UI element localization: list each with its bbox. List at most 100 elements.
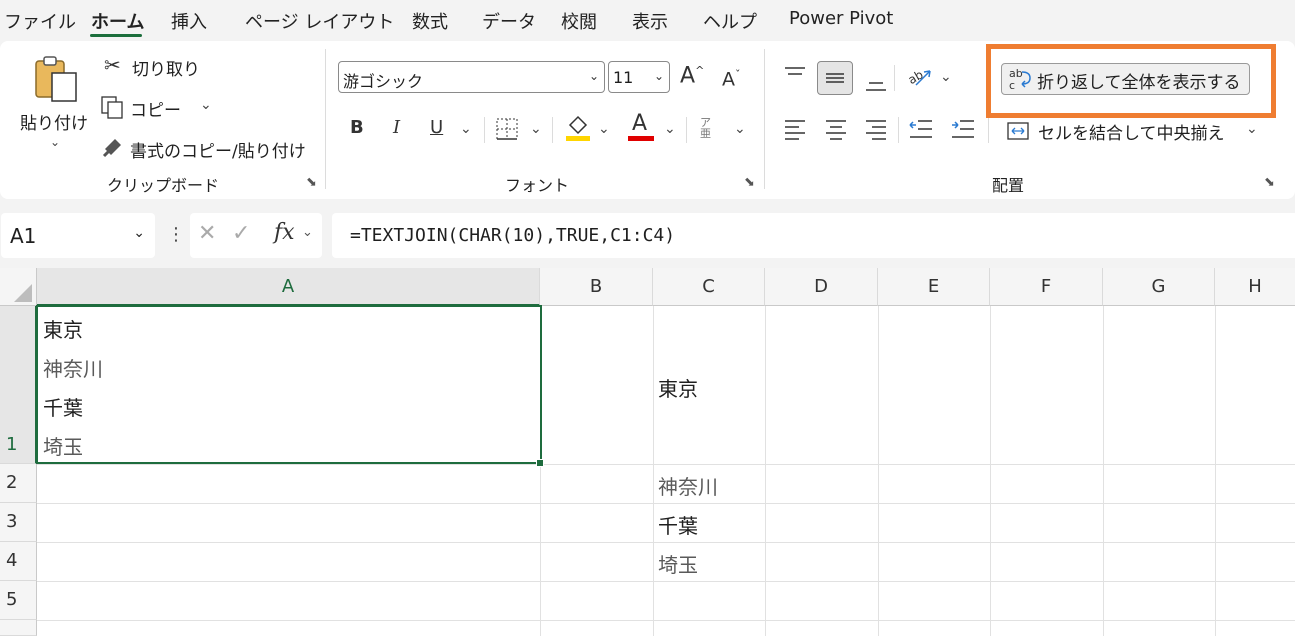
alignment-launcher-icon[interactable]: ⬊ bbox=[1264, 175, 1275, 190]
name-box[interactable]: A1 ⌄ bbox=[1, 213, 155, 258]
paste-label: 貼り付け bbox=[20, 114, 88, 134]
divider bbox=[988, 117, 989, 143]
menu-page-layout[interactable]: ページ レイアウト bbox=[245, 8, 394, 34]
row-header-3[interactable]: 3 bbox=[0, 503, 37, 542]
divider bbox=[552, 117, 553, 143]
increase-indent-icon[interactable] bbox=[950, 117, 976, 141]
row-header-2[interactable]: 2 bbox=[0, 464, 37, 503]
chevron-down-icon: ⌄ bbox=[588, 69, 599, 83]
paste-dropdown-icon[interactable]: ⌄ bbox=[50, 135, 60, 149]
svg-text:ab: ab bbox=[906, 67, 926, 87]
border-dropdown-icon[interactable]: ⌄ bbox=[530, 121, 542, 137]
fill-color-icon[interactable] bbox=[564, 113, 592, 141]
cell-c1[interactable]: 東京 bbox=[658, 373, 698, 402]
chevron-down-icon[interactable]: ⌄ bbox=[133, 225, 145, 241]
orientation-icon[interactable]: ab bbox=[906, 63, 934, 91]
font-name-select[interactable]: 游ゴシック ⌄ bbox=[338, 61, 605, 93]
align-right-icon[interactable] bbox=[864, 117, 888, 141]
col-header-F[interactable]: F bbox=[990, 268, 1103, 306]
underline-button[interactable]: U bbox=[430, 119, 443, 137]
col-header-C[interactable]: C bbox=[653, 268, 765, 306]
insert-function-button[interactable]: fx bbox=[274, 220, 295, 245]
select-all-button[interactable] bbox=[0, 268, 37, 306]
font-size-value: 11 bbox=[613, 68, 634, 87]
paste-button[interactable]: 貼り付け ⌄ bbox=[18, 51, 88, 151]
menu-insert[interactable]: 挿入 bbox=[171, 8, 207, 34]
paste-icon bbox=[35, 56, 77, 102]
font-size-select[interactable]: 11 ⌄ bbox=[608, 61, 670, 93]
clipboard-launcher-icon[interactable]: ⬊ bbox=[306, 175, 317, 190]
font-color-dropdown-icon[interactable]: ⌄ bbox=[664, 121, 676, 137]
enter-icon[interactable]: ✓ bbox=[232, 221, 250, 246]
col-header-G[interactable]: G bbox=[1103, 268, 1215, 306]
underline-dropdown-icon[interactable]: ⌄ bbox=[460, 121, 472, 137]
align-center-icon[interactable] bbox=[824, 117, 848, 141]
row-header-6[interactable] bbox=[0, 620, 37, 636]
formula-input[interactable]: =TEXTJOIN(CHAR(10),TRUE,C1:C4) bbox=[332, 213, 1295, 258]
italic-button[interactable]: I bbox=[393, 119, 400, 137]
more-options-icon[interactable]: ⋮ bbox=[167, 224, 185, 245]
merge-dropdown-icon[interactable]: ⌄ bbox=[1246, 121, 1258, 137]
menu-help[interactable]: ヘルプ bbox=[703, 8, 757, 34]
chevron-down-icon[interactable]: ⌄ bbox=[302, 225, 313, 240]
align-middle-button[interactable] bbox=[817, 61, 853, 95]
align-middle-icon bbox=[826, 73, 844, 83]
copy-dropdown-icon[interactable]: ⌄ bbox=[200, 97, 212, 113]
cell-c2[interactable]: 神奈川 bbox=[658, 471, 718, 500]
col-header-A[interactable]: A bbox=[37, 268, 540, 306]
cut-button[interactable]: 切り取り bbox=[132, 55, 200, 80]
orientation-dropdown-icon[interactable]: ⌄ bbox=[940, 69, 952, 85]
decrease-indent-icon[interactable] bbox=[908, 117, 934, 141]
col-header-B[interactable]: B bbox=[540, 268, 653, 306]
grow-font-button[interactable]: A^ bbox=[680, 65, 704, 87]
merge-center-button[interactable]: セルを結合して中央揃え bbox=[1038, 119, 1225, 144]
menu-view[interactable]: 表示 bbox=[632, 8, 668, 34]
shrink-font-button[interactable]: Aˇ bbox=[722, 69, 741, 89]
align-bottom-icon[interactable] bbox=[864, 69, 888, 93]
menu-power-pivot[interactable]: Power Pivot bbox=[789, 8, 893, 29]
cell-c4[interactable]: 埼玉 bbox=[658, 549, 698, 578]
bold-button[interactable]: B bbox=[350, 119, 364, 137]
border-icon[interactable] bbox=[495, 117, 519, 141]
menu-file[interactable]: ファイル bbox=[4, 8, 76, 34]
font-color-button[interactable]: A bbox=[632, 113, 647, 135]
name-box-value: A1 bbox=[10, 224, 37, 248]
active-cell-a1[interactable] bbox=[36, 305, 542, 464]
divider bbox=[898, 117, 899, 143]
phonetic-dropdown-icon[interactable]: ⌄ bbox=[734, 121, 746, 137]
align-top-icon[interactable] bbox=[783, 65, 807, 89]
copy-icon bbox=[101, 96, 123, 119]
divider bbox=[686, 117, 687, 143]
row-header-5[interactable]: 5 bbox=[0, 581, 37, 620]
format-painter-icon bbox=[102, 139, 121, 158]
gridline bbox=[37, 503, 1295, 504]
col-header-D[interactable]: D bbox=[765, 268, 878, 306]
phonetic-icon[interactable]: ア亜 bbox=[700, 117, 711, 139]
cell-c3[interactable]: 千葉 bbox=[658, 510, 698, 539]
gridline bbox=[1103, 306, 1104, 636]
chevron-down-icon: ⌄ bbox=[653, 69, 664, 83]
group-divider bbox=[764, 49, 765, 189]
menu-data[interactable]: データ bbox=[482, 8, 536, 34]
row-header-1[interactable]: 1 bbox=[0, 306, 37, 464]
menu-review[interactable]: 校閲 bbox=[561, 8, 597, 34]
menu-formulas[interactable]: 数式 bbox=[412, 8, 448, 34]
worksheet-grid[interactable]: A B C D E F G H 1 2 3 4 5 東京 神奈川 千葉 埼玉 東… bbox=[0, 268, 1295, 636]
menu-home[interactable]: ホーム bbox=[91, 8, 144, 34]
formula-buttons: ✕ ✓ fx ⌄ bbox=[190, 213, 322, 258]
fill-color-dropdown-icon[interactable]: ⌄ bbox=[598, 121, 610, 137]
cancel-icon[interactable]: ✕ bbox=[198, 221, 216, 246]
copy-button[interactable]: コピー bbox=[130, 96, 181, 121]
divider bbox=[484, 117, 485, 143]
align-left-icon[interactable] bbox=[783, 117, 807, 141]
font-name-value: 游ゴシック bbox=[343, 72, 424, 91]
format-painter-button[interactable]: 書式のコピー/貼り付け bbox=[130, 137, 306, 162]
group-divider bbox=[325, 49, 326, 189]
font-launcher-icon[interactable]: ⬊ bbox=[744, 175, 755, 190]
gridline bbox=[37, 620, 1295, 621]
col-header-H[interactable]: H bbox=[1215, 268, 1295, 306]
divider bbox=[894, 65, 895, 91]
col-header-E[interactable]: E bbox=[878, 268, 990, 306]
fill-handle[interactable] bbox=[536, 459, 544, 467]
row-header-4[interactable]: 4 bbox=[0, 542, 37, 581]
